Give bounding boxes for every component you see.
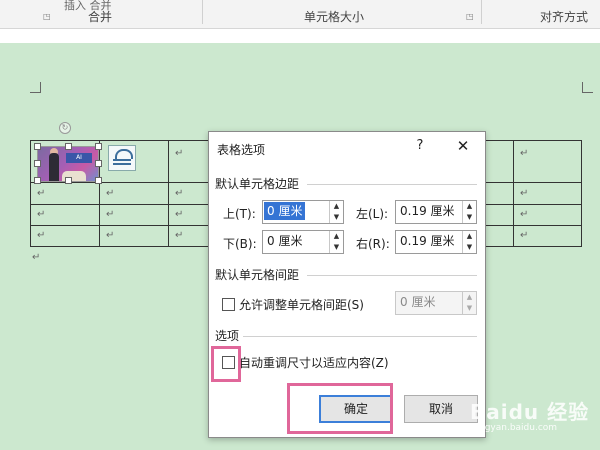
paragraph-mark: ↵: [520, 209, 529, 220]
spin-down-icon[interactable]: ▼: [463, 242, 476, 253]
paragraph-mark: ↵: [520, 230, 529, 241]
top-margin-value[interactable]: 0 厘米: [264, 202, 306, 220]
left-margin-spinner[interactable]: 0.19 厘米 ▲ ▼: [395, 200, 477, 224]
picture-person: [49, 153, 59, 181]
spin-up-icon[interactable]: ▲: [330, 201, 343, 212]
bottom-margin-value[interactable]: 0 厘米: [264, 232, 305, 250]
right-margin-value[interactable]: 0.19 厘米: [397, 232, 458, 250]
section-divider: [243, 336, 477, 337]
paragraph-mark: ↵: [37, 209, 46, 220]
spin-down-icon[interactable]: ▼: [330, 212, 343, 223]
resize-handle[interactable]: [65, 177, 72, 184]
ruler-band: [0, 29, 600, 43]
watermark-url: jingyan.baidu.com: [474, 423, 558, 433]
paragraph-mark: ↵: [106, 209, 115, 220]
bottom-margin-label: 下(B):: [223, 237, 257, 251]
spin-down-icon[interactable]: ▼: [463, 212, 476, 223]
allow-spacing-checkbox[interactable]: [222, 298, 235, 311]
ribbon: 插入 合并 ◳ 合并 单元格大小 ◳ 对齐方式: [0, 0, 600, 29]
spacing-value: 0 厘米: [400, 295, 436, 309]
spin-down-icon[interactable]: ▼: [330, 242, 343, 253]
top-margin-spinner[interactable]: 0 厘米 ▲ ▼: [262, 200, 344, 224]
paragraph-mark: ↵: [106, 230, 115, 241]
paragraph-mark: ↵: [520, 188, 529, 199]
section-divider: [307, 184, 477, 185]
paragraph-mark: ↵: [106, 188, 115, 199]
margin-corner-mark: [30, 82, 41, 93]
right-margin-label: 右(R):: [356, 237, 390, 251]
paragraph-mark: ↵: [175, 188, 184, 199]
baidu-watermark: Baidu 经验: [470, 400, 590, 424]
dialog-launcher-icon[interactable]: ◳: [43, 13, 51, 21]
spin-up-icon[interactable]: ▲: [463, 201, 476, 212]
paragraph-mark: ↵: [175, 148, 184, 159]
section-divider: [307, 275, 477, 276]
top-margin-label: 上(T):: [223, 207, 256, 221]
dialog-title: 表格选项: [217, 143, 266, 157]
paragraph-mark: ↵: [520, 148, 529, 159]
resize-handle[interactable]: [34, 177, 41, 184]
resize-handle[interactable]: [95, 143, 102, 150]
spacing-section-heading: 默认单元格间距: [215, 268, 300, 282]
layout-options-icon[interactable]: [108, 145, 136, 171]
resize-handle[interactable]: [34, 143, 41, 150]
right-margin-spinner[interactable]: 0.19 厘米 ▲ ▼: [395, 230, 477, 254]
allow-spacing-label[interactable]: 允许调整单元格间距(S): [239, 296, 364, 313]
cancel-button[interactable]: 取消: [404, 395, 478, 423]
table-border: [30, 140, 31, 246]
resize-handle[interactable]: [95, 160, 102, 167]
resize-handle[interactable]: [95, 177, 102, 184]
spin-down-icon: ▼: [466, 304, 473, 312]
options-section-heading: 选项: [215, 329, 240, 343]
table-border: [581, 140, 582, 246]
table-border: [168, 140, 169, 246]
highlight-box-checkbox: [211, 346, 241, 382]
spin-up-icon[interactable]: ▲: [463, 231, 476, 242]
ribbon-divider: [481, 0, 482, 24]
left-margin-value[interactable]: 0.19 厘米: [397, 202, 458, 220]
table-border: [513, 140, 514, 246]
close-icon[interactable]: ✕: [453, 137, 473, 155]
paragraph-mark: ↵: [32, 252, 41, 263]
autofit-label[interactable]: 自动重调尺寸以适应内容(Z): [239, 354, 389, 371]
bottom-margin-spinner[interactable]: 0 厘米 ▲ ▼: [262, 230, 344, 254]
spin-up-icon[interactable]: ▲: [330, 231, 343, 242]
ribbon-group-cell-size: 单元格大小: [304, 10, 365, 24]
left-margin-label: 左(L):: [356, 207, 389, 221]
paragraph-mark: ↵: [37, 230, 46, 241]
cell-size-launcher-icon[interactable]: ◳: [466, 13, 474, 21]
paragraph-mark: ↵: [175, 209, 184, 220]
ribbon-group-alignment: 对齐方式: [540, 10, 589, 24]
table-border: [99, 140, 100, 246]
paragraph-mark: ↵: [37, 188, 46, 199]
margin-corner-mark: [582, 82, 593, 93]
spacing-spinner[interactable]: 0 厘米 ▲ ▼: [395, 291, 477, 315]
highlight-box-ok: [287, 383, 393, 434]
rotate-handle-icon[interactable]: ↻: [59, 122, 71, 134]
picture-screen: AI: [66, 153, 92, 163]
help-button[interactable]: ?: [413, 138, 427, 154]
paragraph-mark: ↵: [175, 230, 184, 241]
resize-handle[interactable]: [65, 143, 72, 150]
margins-section-heading: 默认单元格边距: [215, 177, 300, 191]
ribbon-divider: [202, 0, 203, 24]
spin-up-icon: ▲: [466, 293, 473, 301]
ribbon-group-merge: 合并: [88, 10, 113, 24]
resize-handle[interactable]: [34, 160, 41, 167]
